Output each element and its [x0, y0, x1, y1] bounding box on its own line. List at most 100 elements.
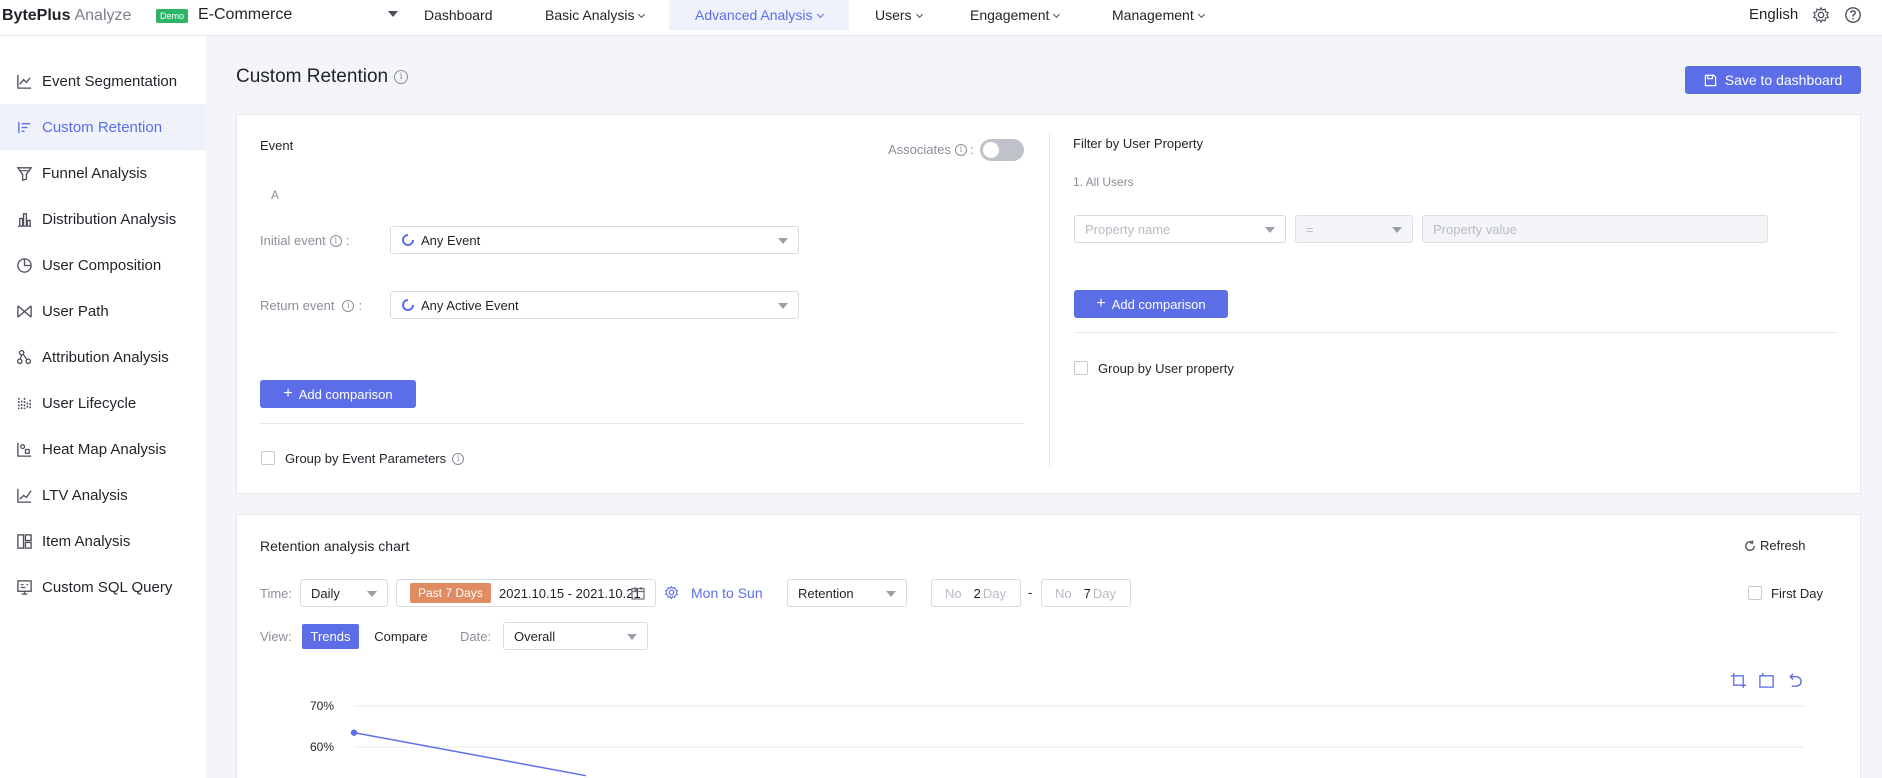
first-day-checkbox[interactable] — [1748, 586, 1762, 600]
sidebar: Event Segmentation Custom Retention Funn… — [0, 36, 206, 778]
event-section-title: Event — [260, 138, 294, 153]
initial-event-label: Initial event i : — [260, 233, 350, 248]
sidebar-item-user-lifecycle[interactable]: User Lifecycle — [0, 380, 206, 426]
day-from-input[interactable]: No 2 Day — [931, 579, 1021, 607]
item-icon — [17, 533, 32, 549]
info-icon[interactable]: i — [329, 234, 342, 247]
line-chart-icon — [17, 74, 32, 89]
brand-logo[interactable]: BytePlus Analyze — [2, 7, 131, 25]
chevron-down-icon — [1197, 10, 1205, 19]
metric-select[interactable]: Retention — [787, 579, 907, 607]
operator-select[interactable]: = — [1295, 215, 1413, 243]
dropdown-caret-icon — [778, 238, 788, 244]
associates-label: Associates i : — [888, 142, 974, 157]
language-selector[interactable]: English — [1749, 6, 1798, 23]
info-icon[interactable]: i — [394, 70, 409, 84]
chevron-down-icon — [638, 10, 646, 19]
info-icon[interactable]: i — [452, 452, 465, 465]
associates-toggle[interactable] — [980, 139, 1024, 161]
event-icon — [402, 234, 414, 246]
return-event-select[interactable]: Any Active Event — [390, 291, 799, 319]
retention-line-chart: 70% 60% — [310, 699, 1804, 777]
path-icon — [17, 304, 32, 318]
event-group-letter: A — [271, 188, 280, 202]
first-day-label: First Day — [1771, 586, 1823, 601]
dropdown-caret-icon — [367, 591, 377, 597]
save-to-dashboard-button[interactable]: Save to dashboard — [1685, 66, 1861, 94]
divider — [260, 423, 1024, 424]
granularity-select[interactable]: Daily — [300, 579, 388, 607]
initial-event-select[interactable]: Any Event — [390, 226, 799, 254]
nav-management[interactable]: Management — [1086, 0, 1230, 30]
sidebar-item-user-path[interactable]: User Path — [0, 288, 206, 334]
group-by-user-property-checkbox[interactable] — [1074, 361, 1088, 375]
pie-chart-icon — [17, 257, 32, 273]
calendar-icon[interactable] — [631, 586, 645, 600]
add-filter-comparison-button[interactable]: + Add comparison — [1074, 290, 1228, 318]
dropdown-caret-icon — [1265, 227, 1275, 233]
plus-icon: + — [283, 385, 293, 402]
retention-icon — [18, 121, 31, 133]
refresh-button[interactable]: Refresh — [1744, 538, 1806, 553]
week-range-link[interactable]: Mon to Sun — [691, 585, 763, 601]
funnel-icon — [16, 166, 33, 181]
nav-engagement[interactable]: Engagement — [944, 0, 1085, 30]
data-point[interactable] — [350, 729, 358, 736]
refresh-icon — [1745, 540, 1755, 551]
nav-advanced-analysis[interactable]: Advanced Analysis — [669, 0, 849, 30]
property-name-select[interactable]: Property name — [1074, 215, 1286, 243]
project-selector[interactable]: E-Commerce — [198, 6, 292, 24]
info-icon[interactable]: i — [342, 299, 355, 312]
dropdown-caret-icon — [627, 634, 637, 640]
plus-icon: + — [1096, 295, 1106, 312]
day-range-dash: - — [1028, 585, 1033, 600]
dropdown-caret-icon — [1392, 227, 1402, 233]
series-line — [353, 731, 587, 777]
settings-icon[interactable] — [664, 585, 679, 600]
chart-title: Retention analysis chart — [260, 538, 410, 554]
view-trends-button[interactable]: Trends — [302, 624, 359, 649]
add-event-comparison-button[interactable]: + Add comparison — [260, 380, 416, 408]
sidebar-item-ltv-analysis[interactable]: LTV Analysis — [0, 472, 206, 518]
sql-icon — [17, 579, 32, 595]
nav-dashboard[interactable]: Dashboard — [398, 0, 519, 30]
undo-icon[interactable] — [1786, 672, 1803, 689]
sidebar-item-attribution-analysis[interactable]: Attribution Analysis — [0, 334, 206, 380]
view-compare-button[interactable]: Compare — [367, 624, 435, 649]
bar-chart-icon — [17, 212, 32, 227]
gear-icon[interactable] — [1812, 6, 1830, 24]
sidebar-item-user-composition[interactable]: User Composition — [0, 242, 206, 288]
nav-basic-analysis[interactable]: Basic Analysis — [519, 0, 670, 30]
save-icon — [1704, 74, 1716, 86]
sidebar-item-heat-map-analysis[interactable]: Heat Map Analysis — [0, 426, 206, 472]
top-navbar: BytePlus Analyze Demo E-Commerce Dashboar… — [0, 0, 1882, 36]
demo-badge: Demo — [156, 9, 189, 23]
page-title: Custom Retention i — [236, 66, 409, 88]
nav-users[interactable]: Users — [849, 0, 948, 30]
day-to-input[interactable]: No 7 Day — [1041, 579, 1131, 607]
group-by-event-params-checkbox[interactable] — [261, 451, 275, 465]
date-label: Date: — [460, 629, 492, 644]
event-icon — [402, 299, 414, 311]
sidebar-item-distribution-analysis[interactable]: Distribution Analysis — [0, 196, 206, 242]
sidebar-item-event-segmentation[interactable]: Event Segmentation — [0, 58, 206, 104]
sidebar-item-funnel-analysis[interactable]: Funnel Analysis — [0, 150, 206, 196]
dropdown-caret-icon — [886, 591, 896, 597]
sidebar-item-custom-sql-query[interactable]: Custom SQL Query — [0, 564, 206, 610]
help-icon[interactable] — [1844, 6, 1862, 24]
info-icon[interactable]: i — [954, 143, 967, 156]
chevron-down-icon — [1053, 10, 1061, 19]
y-tick-label: 70% — [310, 699, 334, 713]
time-label: Time: — [260, 586, 293, 601]
property-value-input[interactable]: Property value — [1422, 215, 1768, 243]
divider — [1074, 332, 1838, 333]
group-by-user-property-label: Group by User property — [1098, 361, 1234, 376]
ltv-icon — [17, 488, 32, 503]
date-select[interactable]: Overall — [503, 622, 648, 650]
zoom-reset-icon[interactable] — [1758, 672, 1775, 689]
project-dropdown-icon[interactable] — [388, 11, 398, 17]
panel-divider — [1049, 134, 1050, 466]
zoom-in-icon[interactable] — [1730, 672, 1747, 689]
sidebar-item-item-analysis[interactable]: Item Analysis — [0, 518, 206, 564]
sidebar-item-custom-retention[interactable]: Custom Retention — [0, 104, 206, 150]
